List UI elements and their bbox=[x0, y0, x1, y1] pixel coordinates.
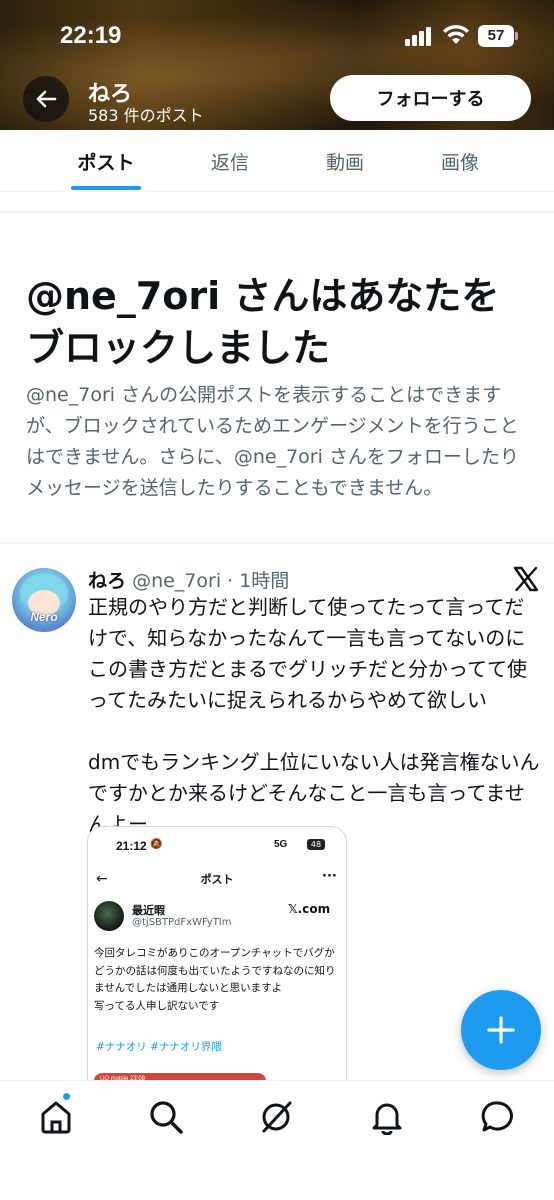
profile-tabs: ポスト 返信 動画 画像 bbox=[0, 130, 554, 192]
tab-active-indicator bbox=[71, 186, 141, 190]
embed-name: 最近暇 bbox=[132, 904, 165, 917]
avatar[interactable]: Nero bbox=[12, 568, 76, 632]
status-bar: 22:19 57 bbox=[0, 0, 554, 70]
more-icon: ··· bbox=[322, 869, 337, 884]
status-time: 22:19 bbox=[60, 22, 122, 49]
post-count: 583 件のポスト bbox=[88, 106, 204, 125]
post-handle-time: @ne_7ori · 1時間 bbox=[132, 570, 290, 592]
embed-handle: @tjSBTPdFxWFyTIm bbox=[132, 917, 232, 928]
plus-icon bbox=[487, 1016, 515, 1044]
embed-body: 今回タレコミがありこのオープンチャットでバグかどうかの話は何度も出ていたようです… bbox=[94, 947, 336, 1012]
avatar-text: Nero bbox=[30, 610, 58, 624]
back-button[interactable] bbox=[23, 76, 69, 122]
x-logo-icon bbox=[513, 566, 539, 592]
messages-icon[interactable] bbox=[480, 1099, 516, 1135]
embed-battery: 48 bbox=[307, 839, 325, 850]
embed-avatar bbox=[94, 901, 124, 931]
grok-icon[interactable] bbox=[258, 1099, 294, 1135]
bottom-nav bbox=[0, 1080, 554, 1200]
divider bbox=[0, 542, 554, 544]
embed-status-time: 21:12 bbox=[116, 839, 147, 853]
post-text: 正規のやり方だと判断して使ってたって言ってだけで、知らなかったなんて一言も言って… bbox=[88, 595, 540, 836]
embed-network: 5G bbox=[274, 839, 288, 850]
post-author-name[interactable]: ねろ bbox=[88, 570, 126, 592]
post-image[interactable]: 21:12 🔕 5G 48 ← ポスト ··· 最近暇 @tjSBTPdFxWF… bbox=[87, 826, 347, 1096]
wifi-icon bbox=[443, 24, 469, 44]
bell-off-icon: 🔕 bbox=[150, 839, 163, 850]
profile-header: ねろ 583 件のポスト フォローする bbox=[0, 70, 554, 130]
divider bbox=[0, 211, 554, 213]
battery-level: 57 bbox=[487, 27, 505, 44]
tab-media[interactable]: 画像 bbox=[410, 130, 510, 192]
post-header: ねろ @ne_7ori · 1時間 bbox=[88, 566, 289, 593]
blocked-title: @ne_7ori さんはあなたをブロックしました bbox=[26, 274, 500, 370]
bell-icon[interactable] bbox=[369, 1099, 405, 1135]
compose-button[interactable] bbox=[461, 990, 541, 1070]
tab-posts[interactable]: ポスト bbox=[56, 130, 156, 192]
cellular-signal-icon bbox=[405, 26, 435, 46]
arrow-left-icon bbox=[36, 90, 57, 108]
follow-button[interactable]: フォローする bbox=[330, 75, 531, 121]
embed-brand: 𝕏.com bbox=[288, 902, 331, 916]
tab-replies[interactable]: 返信 bbox=[180, 130, 280, 192]
notification-dot bbox=[63, 1093, 70, 1100]
search-icon[interactable] bbox=[148, 1099, 184, 1135]
battery-icon: 57 bbox=[478, 25, 518, 47]
home-icon[interactable] bbox=[38, 1099, 74, 1135]
embed-title: ポスト bbox=[200, 873, 234, 886]
tab-videos[interactable]: 動画 bbox=[295, 130, 395, 192]
embed-hashtags: #ナナオリ #ナナオリ界隈 bbox=[96, 1041, 222, 1053]
blocked-description: @ne_7ori さんの公開ポストを表示することはできますが、ブロックされている… bbox=[26, 384, 519, 499]
